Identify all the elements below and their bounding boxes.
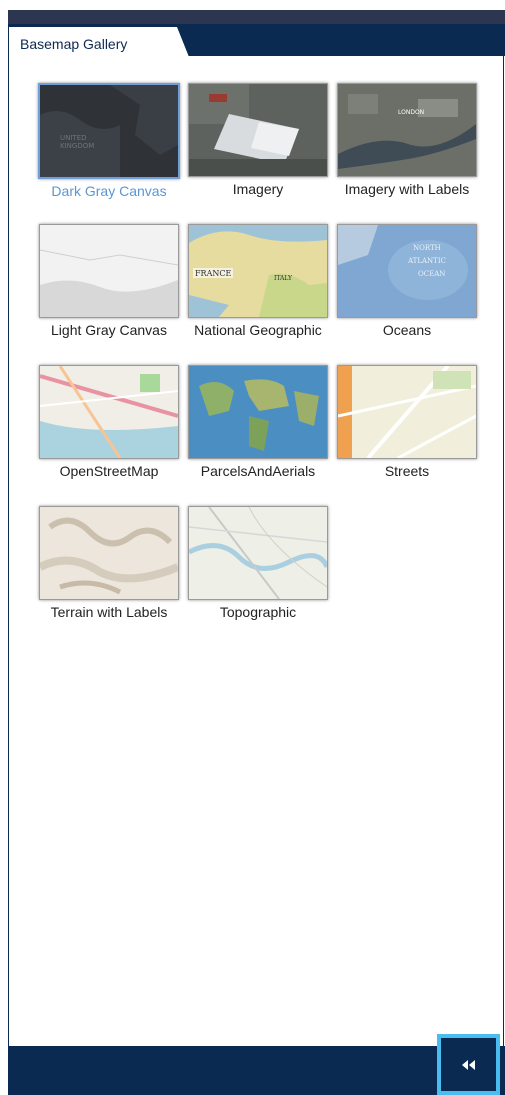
basemap-thumbnail[interactable]: NORTH ATLANTIC OCEAN <box>337 224 477 318</box>
svg-text:NORTH: NORTH <box>413 244 441 252</box>
basemap-thumbnail[interactable] <box>337 365 477 459</box>
basemap-tile-light-gray-canvas[interactable]: Light Gray Canvas <box>36 224 182 339</box>
basemap-tile-oceans[interactable]: NORTH ATLANTIC OCEAN Oceans <box>334 224 480 339</box>
svg-text:ITALY: ITALY <box>274 275 293 282</box>
svg-text:FRANCE: FRANCE <box>195 269 231 278</box>
svg-text:OCEAN: OCEAN <box>418 270 445 278</box>
panel-title: Basemap Gallery <box>20 36 128 52</box>
basemap-thumbnail[interactable] <box>39 365 179 459</box>
topographic-thumbnail <box>189 507 327 599</box>
basemap-thumbnail[interactable]: FRANCE ITALY <box>188 224 328 318</box>
imagery-thumbnail <box>189 84 327 176</box>
panel-footer-bar <box>8 1046 505 1095</box>
basemap-thumbnail[interactable] <box>188 506 328 600</box>
oceans-thumbnail: NORTH ATLANTIC OCEAN <box>338 225 476 317</box>
streets-thumbnail <box>338 366 476 458</box>
terrain-labels-thumbnail <box>40 507 178 599</box>
basemap-label: Light Gray Canvas <box>51 322 167 338</box>
collapse-panel-button[interactable] <box>437 1034 500 1095</box>
basemap-tile-terrain-with-labels[interactable]: Terrain with Labels <box>36 506 182 621</box>
basemap-thumbnail[interactable] <box>188 365 328 459</box>
svg-text:LONDON: LONDON <box>398 109 424 116</box>
basemap-label: OpenStreetMap <box>59 463 159 479</box>
basemap-label: Streets <box>384 463 430 479</box>
basemap-thumbnail[interactable] <box>39 506 179 600</box>
svg-text:UNITED: UNITED <box>60 134 87 142</box>
basemap-thumbnail[interactable]: LONDON <box>337 83 477 177</box>
double-chevron-left-icon <box>461 1059 476 1070</box>
basemap-tile-streets[interactable]: Streets <box>334 365 480 480</box>
openstreetmap-thumbnail <box>40 366 178 458</box>
basemap-tile-national-geographic[interactable]: FRANCE ITALY National Geographic <box>185 224 331 339</box>
basemap-label: Dark Gray Canvas <box>51 183 167 199</box>
basemap-tile-imagery-with-labels[interactable]: LONDON Imagery with Labels <box>334 83 480 198</box>
imagery-labels-thumbnail: LONDON <box>338 84 476 176</box>
basemap-tile-dark-gray-canvas[interactable]: UNITED KINGDOM Dark Gray Canvas <box>36 83 182 200</box>
basemap-tile-openstreetmap[interactable]: OpenStreetMap <box>36 365 182 480</box>
basemap-label: National Geographic <box>194 322 322 338</box>
basemap-thumbnail[interactable]: UNITED KINGDOM <box>38 83 180 179</box>
light-gray-canvas-thumbnail <box>40 225 178 317</box>
basemap-label: Terrain with Labels <box>50 604 168 620</box>
basemap-thumbnail[interactable] <box>39 224 179 318</box>
basemap-label: Topographic <box>219 604 297 620</box>
basemap-tile-imagery[interactable]: Imagery <box>185 83 331 198</box>
basemap-tile-topographic[interactable]: Topographic <box>185 506 331 621</box>
basemap-label: Imagery with Labels <box>344 181 470 197</box>
basemap-thumbnail[interactable] <box>188 83 328 177</box>
basemap-label: Imagery <box>232 181 284 197</box>
dark-gray-canvas-thumbnail: UNITED KINGDOM <box>40 85 178 177</box>
top-strip <box>0 0 505 10</box>
svg-text:KINGDOM: KINGDOM <box>60 142 94 150</box>
svg-text:ATLANTIC: ATLANTIC <box>407 257 446 265</box>
basemap-label: Oceans <box>382 322 432 338</box>
basemap-label: ParcelsAndAerials <box>200 463 316 479</box>
national-geographic-thumbnail: FRANCE ITALY <box>189 225 327 317</box>
parcels-aerials-thumbnail <box>189 366 327 458</box>
basemap-gallery-panel: UNITED KINGDOM Dark Gray Canvas Imagery <box>8 56 504 1046</box>
basemap-tile-parcelsandaerials[interactable]: ParcelsAndAerials <box>185 365 331 480</box>
